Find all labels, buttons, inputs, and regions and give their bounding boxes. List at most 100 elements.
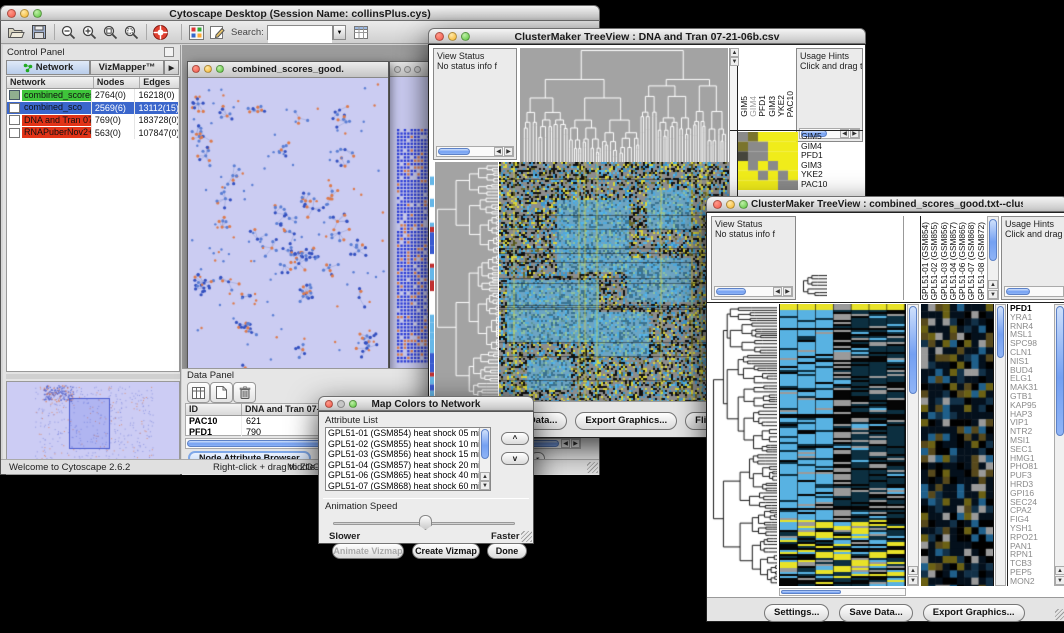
gene-label[interactable]: VIP1 [1010,418,1053,427]
search-dropdown-arrow-icon[interactable]: ▼ [333,25,346,40]
close-button[interactable] [713,200,722,209]
gene-label[interactable]: RPN1 [1010,550,1053,559]
gene-label[interactable]: MON2 [1010,577,1053,586]
minimize-button[interactable] [20,9,29,18]
gene-label[interactable]: KAP95 [1010,401,1053,410]
gene-label[interactable]: PHO81 [1010,462,1053,471]
network-window-titlebar[interactable]: combined_scores_good.txt--cluste... [188,62,388,78]
gene-label-selected[interactable]: PFD1 [1010,304,1053,313]
move-up-button[interactable]: ^ [501,432,529,445]
attribute-list-item[interactable]: GPL51-03 (GSM856) heat shock 15 min [328,449,490,460]
tv2-zoom-heatmap-canvas[interactable] [921,304,994,586]
vizmapper-icon[interactable] [188,24,205,41]
scrollbar-thumb[interactable] [989,219,997,261]
done-button[interactable]: Done [487,543,527,559]
network-row[interactable]: combined_scores 2764(0) 16218(0) [7,89,179,102]
maximize-icon[interactable] [414,66,421,73]
gene-label[interactable]: ELG1 [1010,374,1053,383]
attribute-list-item[interactable]: GPL51-01 (GSM854) heat shock 05 min [328,428,490,439]
tv2-col-label-scrollbar[interactable]: ▲▼ [987,216,999,300]
tv2-heatmap-vscrollbar[interactable]: ▲▼ [907,304,919,586]
gene-label[interactable]: SEC1 [1010,445,1053,454]
move-down-button[interactable]: v [501,452,529,465]
gene-label[interactable]: GTB1 [1010,392,1053,401]
column-label[interactable]: GPL51-02 (GSM855) [930,222,939,300]
col-edges[interactable]: Edges [140,77,179,88]
animation-speed-slider-thumb[interactable] [419,515,432,530]
zoom-window-button[interactable] [739,200,748,209]
gene-label[interactable]: HMG1 [1010,454,1053,463]
create-vizmap-button[interactable]: Create Vizmap [412,543,480,559]
maximize-icon[interactable] [216,65,224,73]
float-panel-icon[interactable] [164,47,174,57]
gene-label[interactable]: FIG4 [1010,515,1053,524]
gene-label[interactable]: YRA1 [1010,313,1053,322]
treeview-action-button[interactable]: Export Graphics... [924,605,1024,621]
gene-label[interactable]: RPO21 [1010,533,1053,542]
delete-attribute-button[interactable] [233,382,256,403]
row-label[interactable]: PAC10 [801,180,861,190]
view-status-scrollbar[interactable]: ◀▶ [714,286,793,297]
main-window-titlebar[interactable]: Cytoscape Desktop (Session Name: collins… [0,5,600,21]
search-input-field[interactable] [268,29,332,43]
col-network[interactable]: Network [7,77,94,88]
column-label[interactable]: PAC10 [786,91,795,117]
scrollbar-thumb[interactable] [481,429,489,459]
tv2-row-dendrogram-canvas[interactable] [711,304,777,586]
network-row[interactable]: combined_sco 2569(6) 13112(15) [7,102,179,115]
annotation-icon[interactable] [209,24,226,41]
close-button[interactable] [325,400,333,408]
save-icon[interactable] [31,24,47,40]
resize-grip[interactable] [521,531,532,542]
column-label[interactable]: GPL51-08 (GSM872) [977,222,986,300]
close-icon[interactable] [394,66,401,73]
zoom-out-icon[interactable] [60,24,77,41]
zoom-window-button[interactable] [33,9,42,18]
tv1-row-dendrogram-canvas[interactable] [435,162,498,402]
treeview-combined-titlebar[interactable]: ClusterMaker TreeView : combined_scores_… [706,196,1064,212]
close-button[interactable] [7,9,16,18]
gene-label[interactable]: PEP5 [1010,568,1053,577]
treeview-dna-titlebar[interactable]: ClusterMaker TreeView : DNA and Tran 07-… [428,28,866,44]
scrollbar-thumb[interactable] [1056,306,1064,436]
zoom-fit-icon[interactable] [102,24,119,41]
data-col-id[interactable]: ID [186,404,242,415]
zoom-window-button[interactable] [349,400,357,408]
minimize-icon[interactable] [204,65,212,73]
tv1-heatmap-canvas[interactable] [499,162,729,402]
zoom-selected-icon[interactable] [123,24,140,41]
network-row[interactable]: RNAPuberNov2+ 563(0) 107847(0) [7,127,179,140]
zoom-window-button[interactable] [461,32,470,41]
close-icon[interactable] [192,65,200,73]
treeview-action-button[interactable]: Save Data... [840,605,911,621]
minimize-icon[interactable] [404,66,411,73]
gene-label[interactable]: TCB3 [1010,559,1053,568]
treeview-action-button[interactable]: Settings... [765,605,828,621]
gene-label[interactable]: NTR2 [1010,427,1053,436]
gene-label[interactable]: MSI1 [1010,436,1053,445]
tab-overflow-button[interactable]: ▶ [164,60,179,75]
gene-label[interactable]: PUF3 [1010,471,1053,480]
select-attributes-button[interactable] [187,382,210,403]
search-input[interactable] [267,25,333,40]
gene-label[interactable]: CPA2 [1010,506,1053,515]
attribute-list-item[interactable]: GPL51-04 (GSM857) heat shock 20 min [328,460,490,471]
tab-vizmapper[interactable]: VizMapper™ [90,60,164,75]
resize-grip[interactable] [587,462,598,473]
resize-grip[interactable] [1055,609,1064,620]
tv2-col-dendrogram-area[interactable] [798,216,904,300]
view-status-scrollbar[interactable]: ◀▶ [436,146,514,157]
attribute-list-scrollbar[interactable]: ▲▼ [479,428,490,490]
minimize-button[interactable] [726,200,735,209]
gene-label[interactable]: YSH1 [1010,524,1053,533]
open-icon[interactable] [7,24,25,40]
gene-label[interactable]: CLN1 [1010,348,1053,357]
dialog-titlebar[interactable]: Map Colors to Network [318,396,534,411]
tv1-matrix-canvas[interactable] [738,132,798,190]
gene-label[interactable]: SEC24 [1010,498,1053,507]
col-nodes[interactable]: Nodes [94,77,140,88]
gene-label[interactable]: GPI16 [1010,489,1053,498]
attribute-list-item[interactable]: GPL51-06 (GSM865) heat shock 40 min [328,470,490,481]
gene-label[interactable]: NIS1 [1010,357,1053,366]
scrollbar-thumb[interactable] [997,306,1004,358]
